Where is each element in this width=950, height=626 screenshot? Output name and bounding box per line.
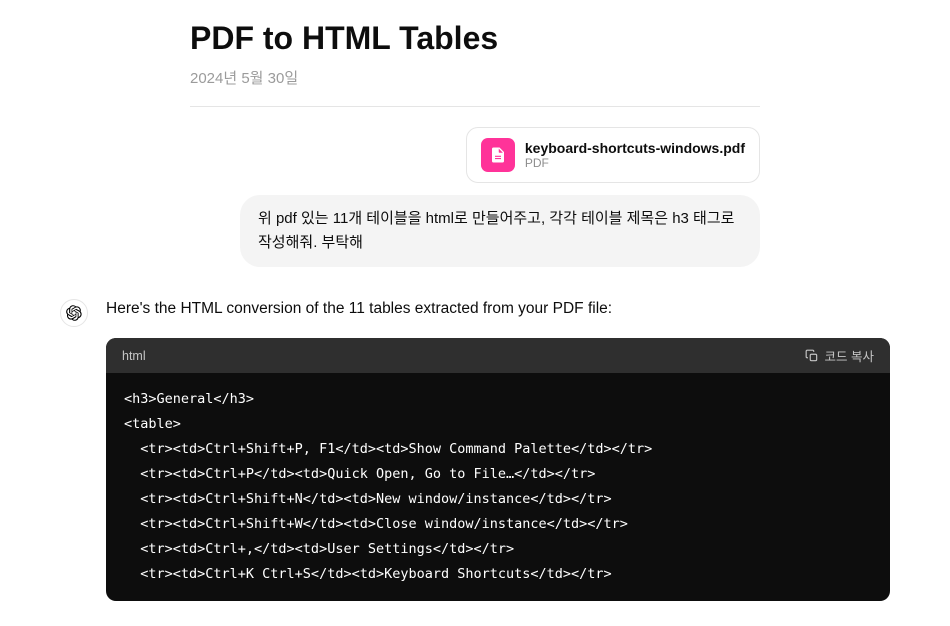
code-content[interactable]: <h3>General</h3> <table> <tr><td>Ctrl+Sh…	[106, 373, 890, 601]
attachment-filename: keyboard-shortcuts-windows.pdf	[525, 140, 745, 156]
attachment-filetype: PDF	[525, 156, 745, 170]
copy-code-button[interactable]: 코드 복사	[805, 346, 874, 365]
pdf-icon	[481, 138, 515, 172]
page-date: 2024년 5월 30일	[190, 67, 760, 107]
code-block: html 코드 복사 <h3>General</h3> <table> <tr>…	[106, 338, 890, 601]
code-language-label: html	[122, 349, 146, 363]
user-message: 위 pdf 있는 11개 테이블을 html로 만들어주고, 각각 테이블 제목…	[240, 195, 760, 267]
page-title: PDF to HTML Tables	[190, 20, 760, 57]
copy-code-label: 코드 복사	[825, 346, 874, 365]
assistant-avatar	[60, 299, 88, 327]
assistant-intro-text: Here's the HTML conversion of the 11 tab…	[106, 297, 890, 320]
file-attachment[interactable]: keyboard-shortcuts-windows.pdf PDF	[466, 127, 760, 183]
